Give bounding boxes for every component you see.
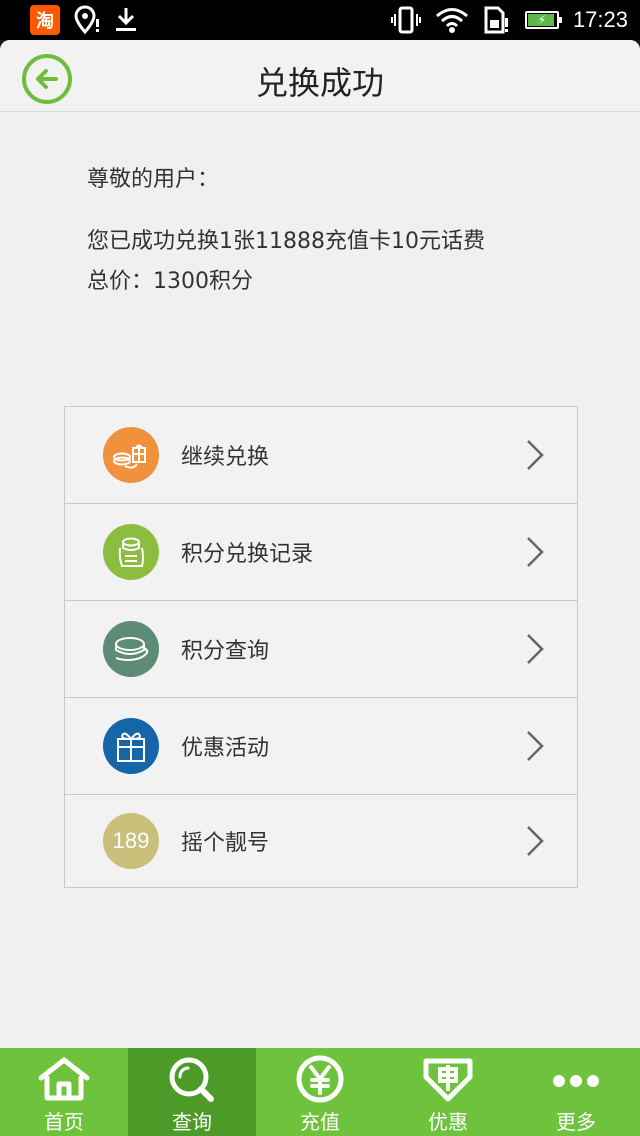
clock: 17:23	[572, 7, 628, 32]
greeting-text: 尊敬的用户：	[87, 167, 220, 192]
nav-label: 更多	[556, 1110, 596, 1134]
sim-card-icon	[484, 6, 508, 34]
menu-item-label: 继续兑换	[181, 445, 270, 470]
discount-tag-icon	[420, 1054, 476, 1104]
nav-label: 查询	[172, 1110, 212, 1134]
coins-stack-icon	[103, 621, 159, 677]
nav-more[interactable]: 更多	[512, 1048, 640, 1136]
menu-item-exchange-record[interactable]: 积分兑换记录	[65, 504, 577, 601]
bottom-navigation: 首页 查询 充值 优惠 更多	[0, 1048, 640, 1136]
number-189-icon: 189	[103, 813, 159, 869]
header-bar: 兑换成功	[0, 40, 640, 112]
yuan-icon	[293, 1054, 347, 1104]
wifi-icon	[435, 8, 468, 33]
location-icon	[74, 5, 99, 35]
action-menu: 继续兑换 积分兑换记录 积分查询 优惠活动 189 摇个靓号	[64, 406, 578, 888]
icon-text: 189	[112, 828, 150, 853]
battery-icon: ⚡	[524, 11, 562, 29]
chevron-right-icon	[527, 634, 544, 664]
success-message: 尊敬的用户： 您已成功兑换1张11888充值卡10元话费 总价：1300积分	[0, 112, 640, 302]
status-bar: 淘 ⚡ 17:23	[0, 0, 640, 40]
nav-recharge[interactable]: 充值	[256, 1048, 384, 1136]
gift-box-icon	[103, 718, 159, 774]
app-window: 兑换成功 尊敬的用户： 您已成功兑换1张11888充值卡10元话费 总价：130…	[0, 40, 640, 1136]
nav-label: 首页	[44, 1110, 84, 1134]
download-icon	[116, 8, 136, 31]
exchange-coins-gift-icon	[103, 427, 159, 483]
nav-label: 优惠	[428, 1110, 468, 1134]
menu-item-label: 摇个靓号	[181, 831, 270, 856]
total-points-text: 总价：1300积分	[87, 269, 253, 294]
menu-item-continue-exchange[interactable]: 继续兑换	[65, 407, 577, 504]
vibrate-icon	[390, 6, 421, 34]
chevron-right-icon	[527, 440, 544, 470]
chevron-right-icon	[527, 731, 544, 761]
more-icon	[549, 1054, 603, 1104]
menu-item-label: 积分兑换记录	[181, 542, 314, 567]
chevron-right-icon	[527, 537, 544, 567]
menu-item-promotions[interactable]: 优惠活动	[65, 698, 577, 795]
menu-item-lucky-number[interactable]: 189 摇个靓号	[65, 795, 577, 887]
exchange-detail-text: 您已成功兑换1张11888充值卡10元话费	[87, 229, 485, 254]
taobao-notification-icon: 淘	[30, 5, 60, 35]
search-icon	[165, 1054, 219, 1104]
home-icon	[37, 1054, 91, 1104]
menu-item-label: 优惠活动	[181, 736, 270, 761]
menu-item-label: 积分查询	[181, 639, 270, 664]
nav-query[interactable]: 查询	[128, 1048, 256, 1136]
chevron-right-icon	[527, 826, 544, 856]
nav-label: 充值	[300, 1110, 340, 1134]
menu-item-points-query[interactable]: 积分查询	[65, 601, 577, 698]
nav-discount[interactable]: 优惠	[384, 1048, 512, 1136]
coin-record-icon	[103, 524, 159, 580]
nav-home[interactable]: 首页	[0, 1048, 128, 1136]
page-title: 兑换成功	[255, 64, 384, 102]
